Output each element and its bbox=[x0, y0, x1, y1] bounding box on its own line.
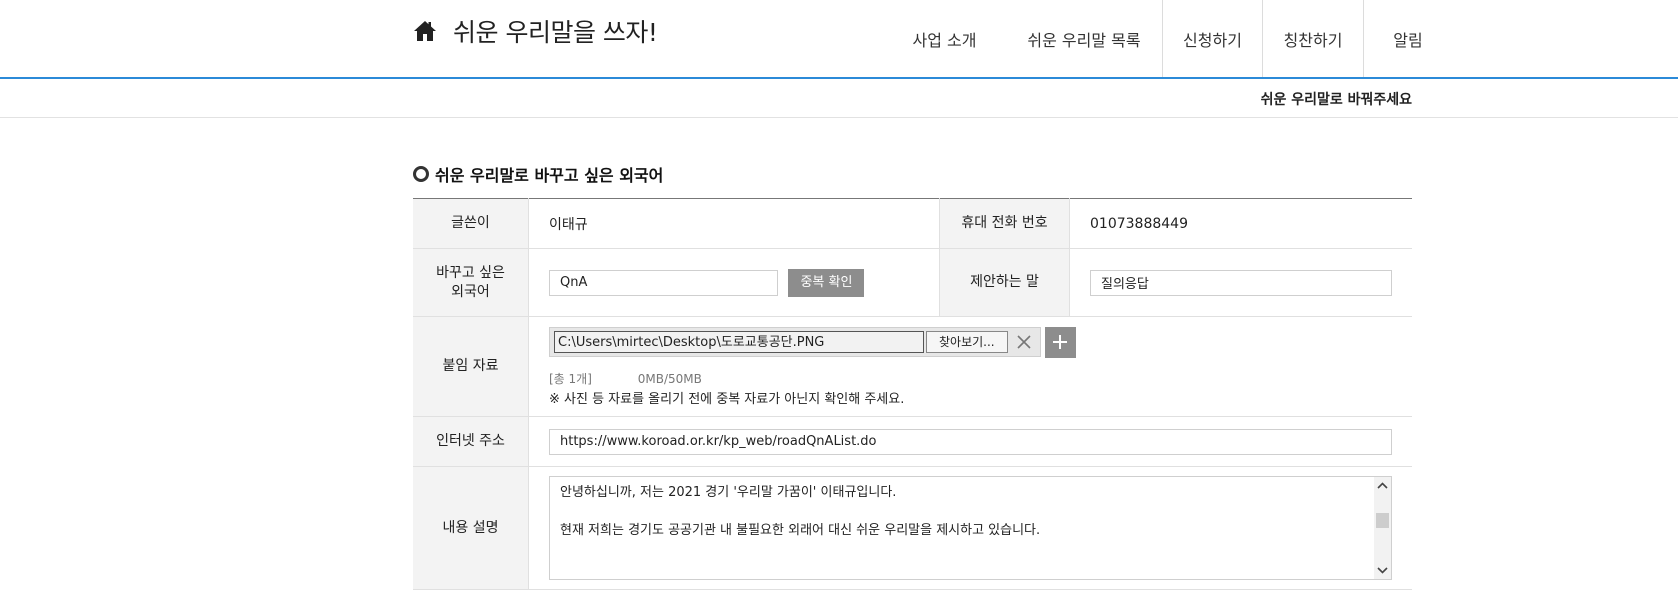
file-path-field[interactable]: C:\Users\mirtec\Desktop\도로교통공단.PNG bbox=[554, 331, 924, 353]
description-line-2: 현재 저희는 경기도 공공기관 내 불필요한 외래어 대신 쉬운 우리말을 제시… bbox=[560, 523, 1041, 538]
sub-navigation-bar: 쉬운 우리말로 바꿔주세요 bbox=[0, 79, 1678, 118]
phone-value: 01073888449 bbox=[1069, 198, 1412, 249]
foreign-word-cell: 중복 확인 bbox=[528, 248, 940, 317]
site-logo[interactable]: 쉬운 우리말을 쓰자! bbox=[413, 14, 658, 48]
writer-label: 글쓴이 bbox=[413, 198, 529, 249]
url-input[interactable] bbox=[549, 428, 1392, 455]
plus-icon bbox=[1053, 335, 1068, 349]
home-icon bbox=[414, 21, 436, 41]
description-text: 안녕하십니까, 저는 2021 경기 '우리말 가꿈이' 이태규입니다. 현재 … bbox=[550, 477, 1391, 565]
form-row-url: 인터넷 주소 bbox=[413, 416, 1412, 467]
description-textarea[interactable]: 안녕하십니까, 저는 2021 경기 '우리말 가꿈이' 이태규입니다. 현재 … bbox=[549, 476, 1392, 580]
file-upload-row: C:\Users\mirtec\Desktop\도로교통공단.PNG 찾아보기.… bbox=[549, 326, 1392, 358]
scroll-up-icon bbox=[1377, 482, 1388, 489]
nav-item-apply[interactable]: 신청하기 bbox=[1162, 0, 1263, 77]
scroll-up-button[interactable] bbox=[1374, 477, 1391, 494]
site-title: 쉬운 우리말을 쓰자! bbox=[453, 18, 658, 47]
form-row-description: 내용 설명 안녕하십니까, 저는 2021 경기 '우리말 가꿈이' 이태규입니… bbox=[413, 466, 1412, 590]
remove-file-button[interactable] bbox=[1012, 331, 1036, 353]
file-size: 0MB/50MB bbox=[637, 371, 702, 386]
section-title: 쉬운 우리말로 바꾸고 싶은 외국어 bbox=[413, 162, 663, 186]
description-line-1: 안녕하십니까, 저는 2021 경기 '우리말 가꿈이' 이태규입니다. bbox=[560, 485, 897, 500]
description-label: 내용 설명 bbox=[413, 466, 529, 590]
nav-item-notice[interactable]: 알림 bbox=[1364, 0, 1452, 77]
main-nav: 사업 소개 쉬운 우리말 목록 신청하기 칭찬하기 알림 bbox=[883, 0, 1452, 77]
duplicate-check-button[interactable]: 중복 확인 bbox=[788, 268, 865, 297]
description-scrollbar[interactable] bbox=[1374, 477, 1391, 579]
scroll-down-icon bbox=[1377, 567, 1388, 574]
foreign-word-label: 바꾸고 싶은 외국어 bbox=[413, 248, 529, 317]
suggest-cell bbox=[1069, 248, 1412, 317]
url-label: 인터넷 주소 bbox=[413, 416, 529, 467]
file-note: ※ 사진 등 자료를 올리기 전에 중복 자료가 아닌지 확인해 주세요. bbox=[549, 391, 905, 407]
browse-button[interactable]: 찾아보기... bbox=[926, 331, 1008, 353]
writer-value: 이태규 bbox=[528, 198, 940, 249]
form-row-attachment: 붙임 자료 C:\Users\mirtec\Desktop\도로교통공단.PNG… bbox=[413, 316, 1412, 417]
nav-item-business-intro[interactable]: 사업 소개 bbox=[883, 0, 1006, 77]
file-meta: [총 1개] 0MB/50MB bbox=[549, 370, 1392, 387]
application-form: 글쓴이 이태규 휴대 전화 번호 01073888449 바꾸고 싶은 외국어 … bbox=[413, 198, 1412, 590]
nav-item-word-list[interactable]: 쉬운 우리말 목록 bbox=[1006, 0, 1162, 77]
form-row-writer: 글쓴이 이태규 휴대 전화 번호 01073888449 bbox=[413, 198, 1412, 249]
foreign-word-label-line1: 바꾸고 싶은 bbox=[436, 264, 505, 281]
description-cell: 안녕하십니까, 저는 2021 경기 '우리말 가꿈이' 이태규입니다. 현재 … bbox=[528, 466, 1412, 590]
breadcrumb: 쉬운 우리말로 바꿔주세요 bbox=[1260, 92, 1412, 108]
foreign-word-input[interactable] bbox=[549, 269, 778, 296]
form-row-foreign-word: 바꾸고 싶은 외국어 중복 확인 제안하는 말 bbox=[413, 248, 1412, 317]
attachment-label: 붙임 자료 bbox=[413, 316, 529, 417]
suggest-input[interactable] bbox=[1090, 269, 1392, 296]
section-title-text: 쉬운 우리말로 바꾸고 싶은 외국어 bbox=[435, 166, 664, 185]
suggest-label: 제안하는 말 bbox=[939, 248, 1070, 317]
ring-bullet-icon bbox=[413, 166, 429, 182]
site-header: 쉬운 우리말을 쓰자! 사업 소개 쉬운 우리말 목록 신청하기 칭찬하기 알림 bbox=[0, 0, 1678, 79]
scrollbar-thumb[interactable] bbox=[1376, 513, 1389, 528]
file-input-box: C:\Users\mirtec\Desktop\도로교통공단.PNG 찾아보기.… bbox=[549, 327, 1041, 357]
foreign-word-label-line2: 외국어 bbox=[451, 283, 490, 300]
add-file-button[interactable] bbox=[1044, 326, 1076, 358]
nav-item-praise[interactable]: 칭찬하기 bbox=[1263, 0, 1364, 77]
phone-label: 휴대 전화 번호 bbox=[939, 198, 1070, 249]
close-icon bbox=[1017, 335, 1031, 349]
attachment-cell: C:\Users\mirtec\Desktop\도로교통공단.PNG 찾아보기.… bbox=[528, 316, 1412, 417]
file-count: [총 1개] bbox=[549, 371, 592, 386]
scroll-down-button[interactable] bbox=[1374, 562, 1391, 579]
url-cell bbox=[528, 416, 1412, 467]
